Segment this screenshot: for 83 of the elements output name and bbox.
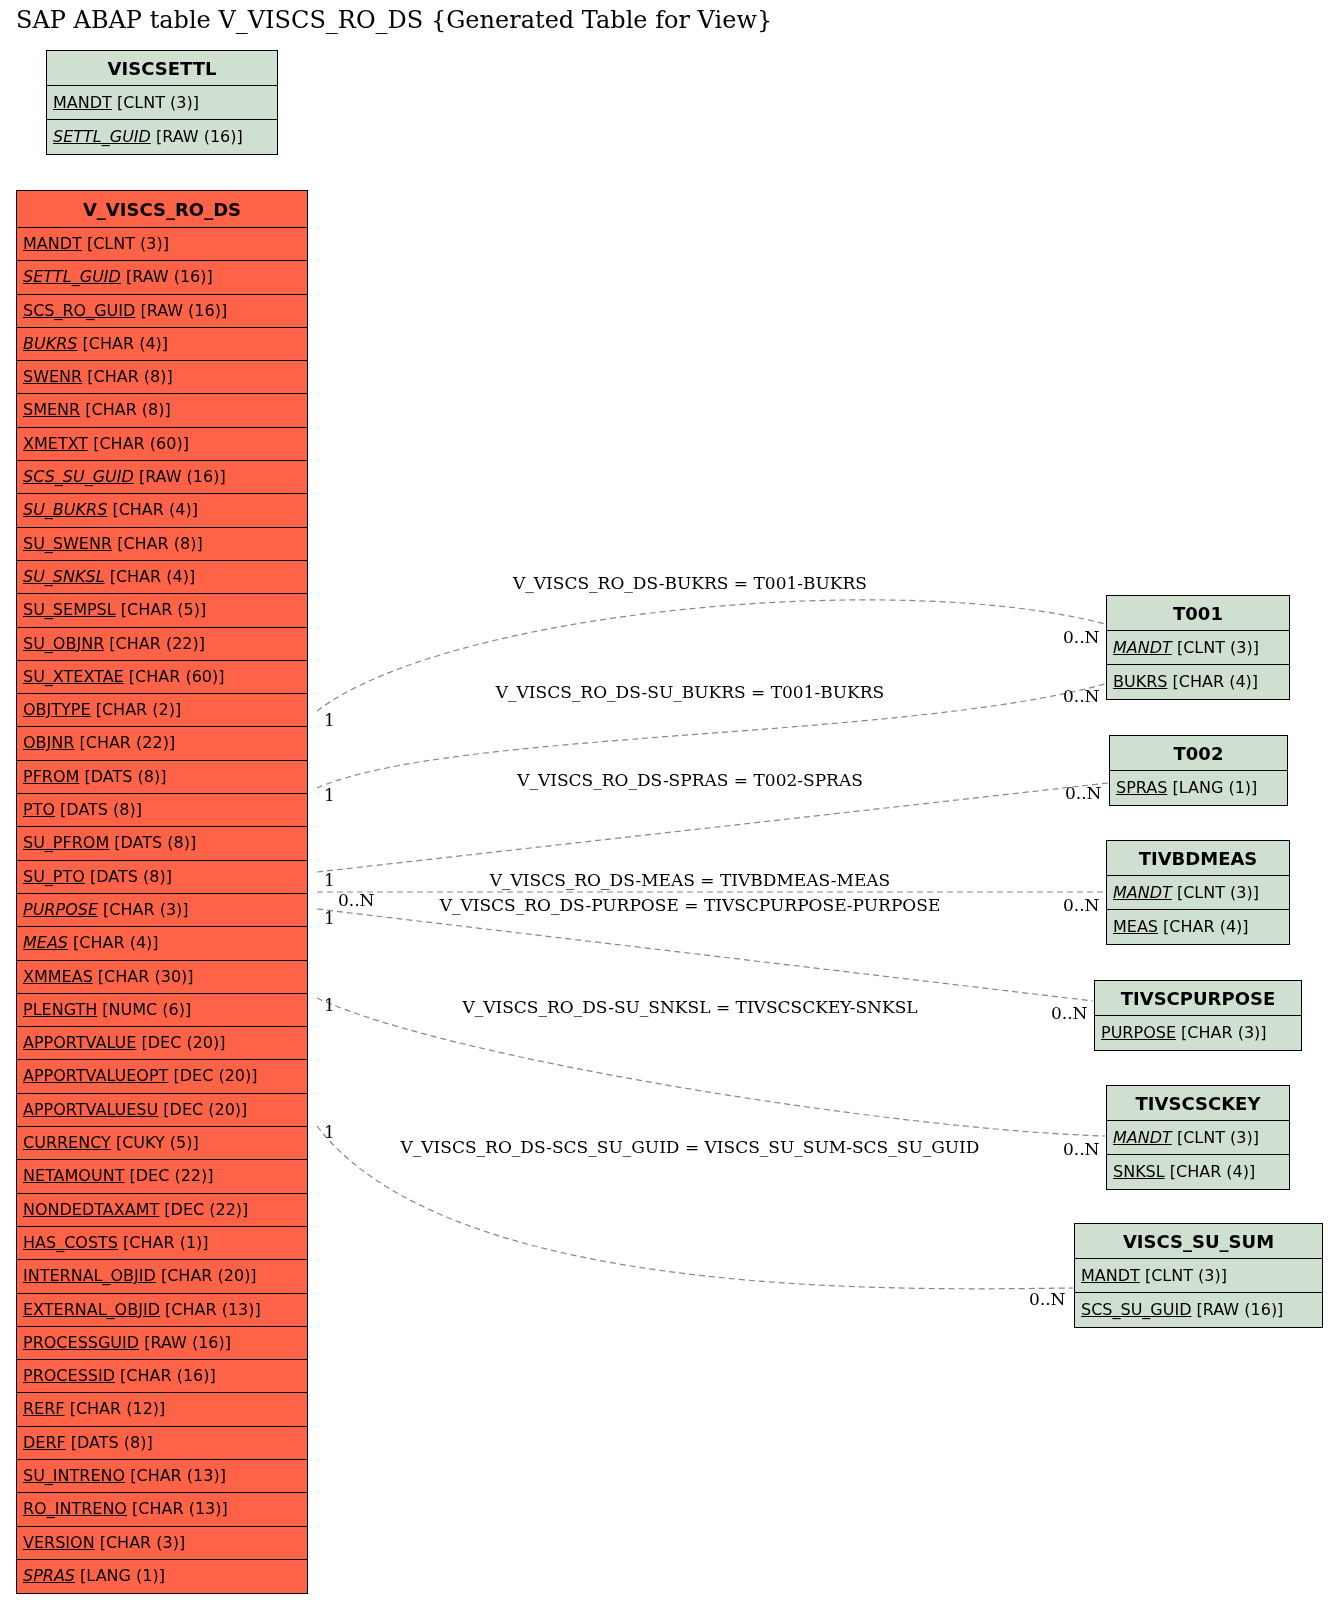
field-row: PFROM [DATS (8)] xyxy=(17,760,307,795)
field-row: SMENR [CHAR (8)] xyxy=(17,394,307,428)
field-row: SU_SWENR [CHAR (8)] xyxy=(17,527,307,561)
cardinality-label: 0..N xyxy=(1051,1003,1088,1023)
cardinality-label: 0..N xyxy=(1063,895,1100,915)
field-row: EXTERNAL_OBJID [CHAR (13)] xyxy=(17,1293,307,1327)
cardinality-label: 0..N xyxy=(1063,686,1100,706)
field-row: SCS_RO_GUID [RAW (16)] xyxy=(17,294,307,328)
field-row: APPORTVALUESU [DEC (20)] xyxy=(17,1093,307,1127)
table-name: TIVSCSCKEY xyxy=(1107,1086,1289,1121)
field-row: SU_INTRENO [CHAR (13)] xyxy=(17,1460,307,1494)
field-row: APPORTVALUE [DEC (20)] xyxy=(17,1027,307,1061)
field-row: SU_BUKRS [CHAR (4)] xyxy=(17,494,307,528)
cardinality-label: 0..N xyxy=(1065,783,1102,803)
field-row: MEAS [CHAR (4)] xyxy=(17,927,307,961)
cardinality-label: 1 xyxy=(324,1122,335,1142)
table-name: TIVBDMEAS xyxy=(1107,841,1289,876)
field-row-text: BUKRS [CHAR (4)] xyxy=(1112,671,1260,693)
cardinality-label: 1 xyxy=(324,908,335,928)
field-row: APPORTVALUEOPT [DEC (20)] xyxy=(17,1060,307,1094)
field-row: MANDT [CLNT (3)] xyxy=(1107,1121,1289,1155)
cardinality-label: 1 xyxy=(324,995,335,1015)
field-row: SU_SEMPSL [CHAR (5)] xyxy=(17,594,307,628)
cardinality-label: 0..N xyxy=(338,890,375,910)
relation-label: V_VISCS_RO_DS-SU_SNKSL = TIVSCSCKEY-SNKSL xyxy=(462,997,918,1017)
table-name: V_VISCS_RO_DS xyxy=(17,191,307,228)
field-row: MANDT [CLNT (3)] xyxy=(1075,1259,1322,1293)
field-row: RO_INTRENO [CHAR (13)] xyxy=(17,1493,307,1527)
field-row: OBJTYPE [CHAR (2)] xyxy=(17,694,307,728)
field-row-text: SCS_SU_GUID [RAW (16)] xyxy=(1080,1299,1285,1321)
field-row-text: SPRAS [LANG (1)] xyxy=(1115,777,1259,799)
field-row: SU_PFROM [DATS (8)] xyxy=(17,827,307,861)
field-row: PROCESSID [CHAR (16)] xyxy=(17,1360,307,1394)
cardinality-label: 1 xyxy=(324,710,335,730)
page-title: SAP ABAP table V_VISCS_RO_DS {Generated Table for View} xyxy=(16,6,773,34)
field-row-text: SETTL_GUID [RAW (16)] xyxy=(52,126,244,148)
table-name: TIVSCPURPOSE xyxy=(1095,981,1301,1016)
relation-label: V_VISCS_RO_DS-MEAS = TIVBDMEAS-MEAS xyxy=(489,870,891,890)
field-row: SETTL_GUID [RAW (16)] xyxy=(17,261,307,295)
field-row: SU_PTO [DATS (8)] xyxy=(17,860,307,894)
relation-label: V_VISCS_RO_DS-SPRAS = T002-SPRAS xyxy=(517,770,863,790)
relation-label: V_VISCS_RO_DS-SU_BUKRS = T001-BUKRS xyxy=(495,682,885,702)
table-name: VISCSETTL xyxy=(47,51,277,86)
field-row: PROCESSGUID [RAW (16)] xyxy=(17,1326,307,1361)
field-row-text: SNKSL [CHAR (4)] xyxy=(1112,1161,1257,1183)
field-row: PURPOSE [CHAR (3)] xyxy=(17,893,307,928)
field-row: SU_OBJNR [CHAR (22)] xyxy=(17,627,307,661)
cardinality-label: 1 xyxy=(324,785,335,805)
field-row: RERF [CHAR (12)] xyxy=(17,1393,307,1427)
field-row: SWENR [CHAR (8)] xyxy=(17,361,307,395)
field-row: CURRENCY [CUKY (5)] xyxy=(17,1127,307,1161)
field-row: MANDT [CLNT (3)] xyxy=(1107,876,1289,910)
field-row-text: SPRAS [LANG (1)] xyxy=(22,1564,166,1587)
field-row: PTO [DATS (8)] xyxy=(17,794,307,828)
field-row: XMETXT [CHAR (60)] xyxy=(17,427,307,462)
field-row: INTERNAL_OBJID [CHAR (20)] xyxy=(17,1260,307,1294)
field-row: MANDT [CLNT (3)] xyxy=(17,228,307,262)
field-row: SU_XTEXTAE [CHAR (60)] xyxy=(17,660,307,695)
relation-label: V_VISCS_RO_DS-PURPOSE = TIVSCPURPOSE-PURPOSE xyxy=(439,895,941,915)
relation-label: V_VISCS_RO_DS-BUKRS = T001-BUKRS xyxy=(513,573,867,593)
field-row: BUKRS [CHAR (4)] xyxy=(17,327,307,362)
table-name: T001 xyxy=(1107,596,1289,631)
field-row: NETAMOUNT [DEC (22)] xyxy=(17,1160,307,1194)
field-row-text: MEAS [CHAR (4)] xyxy=(1112,916,1250,938)
cardinality-label: 0..N xyxy=(1063,627,1100,647)
field-row: OBJNR [CHAR (22)] xyxy=(17,727,307,761)
cardinality-label: 1 xyxy=(324,870,335,890)
field-row: SU_SNKSL [CHAR (4)] xyxy=(17,560,307,595)
cardinality-label: 0..N xyxy=(1029,1289,1066,1309)
field-row-text: PURPOSE [CHAR (3)] xyxy=(1100,1022,1268,1044)
field-row: SCS_SU_GUID [RAW (16)] xyxy=(17,461,307,495)
field-row: MANDT [CLNT (3)] xyxy=(1107,631,1289,665)
field-row: MANDT [CLNT (3)] xyxy=(47,86,277,120)
field-row: PLENGTH [NUMC (6)] xyxy=(17,993,307,1028)
table-name: VISCS_SU_SUM xyxy=(1075,1224,1322,1259)
field-row: DERF [DATS (8)] xyxy=(17,1426,307,1460)
field-row: NONDEDTAXAMT [DEC (22)] xyxy=(17,1193,307,1227)
table-name: T002 xyxy=(1110,736,1287,771)
field-row: XMMEAS [CHAR (30)] xyxy=(17,960,307,994)
relation-label: V_VISCS_RO_DS-SCS_SU_GUID = VISCS_SU_SUM-SCS_SU_GUID xyxy=(400,1137,980,1157)
cardinality-label: 0..N xyxy=(1063,1139,1100,1159)
field-row: VERSION [CHAR (3)] xyxy=(17,1526,307,1560)
field-row: HAS_COSTS [CHAR (1)] xyxy=(17,1226,307,1261)
